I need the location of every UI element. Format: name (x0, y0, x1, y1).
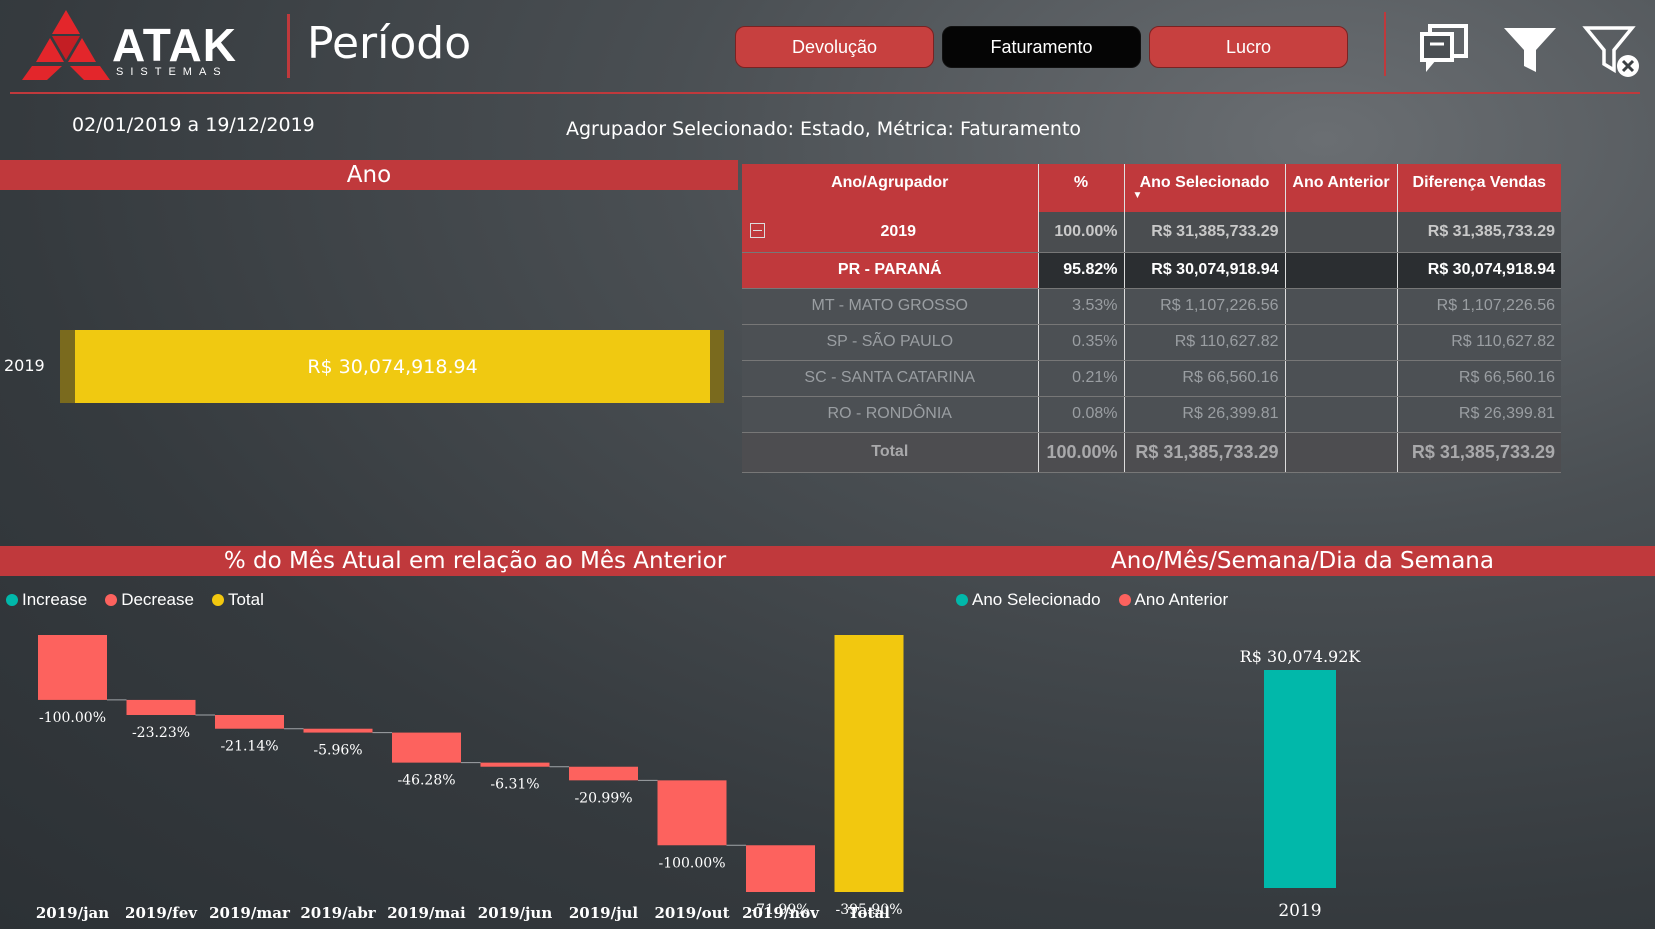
legend-decrease[interactable]: Decrease (105, 590, 194, 610)
col-header-ano-anterior[interactable]: Ano Anterior (1285, 164, 1398, 212)
comment-icon[interactable] (1414, 20, 1474, 80)
legend-increase[interactable]: Increase (6, 590, 87, 610)
legend-dot-icon (1118, 594, 1131, 606)
waterfall-bar[interactable] (126, 699, 196, 715)
faturamento-button[interactable]: Faturamento (942, 26, 1141, 68)
col-header-ano-selecionado[interactable]: ▼ Ano Selecionado (1124, 164, 1286, 212)
yearly-category-label: 2019 (1278, 901, 1321, 921)
sort-desc-icon: ▼ (1132, 190, 1143, 201)
waterfall-category-label: 2019/abr (300, 904, 376, 922)
waterfall-category-label: 2019/nov (742, 904, 820, 922)
waterfall-data-label: -20.99% (574, 790, 632, 806)
table-total-row[interactable]: Total 100.00% R$ 31,385,733.29 R$ 31,385… (742, 432, 1561, 473)
col-header-diferenca[interactable]: Diferença Vendas (1397, 164, 1561, 212)
table-row[interactable]: MT - MATO GROSSO 3.53% R$ 1,107,226.56 R… (742, 288, 1561, 325)
waterfall-chart: -100.00% 2019/jan -23.23% 2019/fev -21.14% 20… (36, 635, 904, 922)
clear-filter-icon[interactable] (1582, 20, 1642, 80)
table-header-row: Ano/Agrupador % ▼ Ano Selecionado Ano An… (742, 164, 1561, 212)
legend-dot-icon (211, 594, 224, 606)
matrix-table: Ano/Agrupador % ▼ Ano Selecionado Ano An… (742, 164, 1561, 473)
yearly-section-title: Ano/Mês/Semana/Dia da Semana (950, 546, 1655, 576)
ano-bar[interactable]: R$ 30,074,918.94 (75, 330, 710, 403)
yearly-legend: Ano Selecionado Ano Anterior (956, 590, 1238, 610)
waterfall-bar[interactable] (480, 762, 550, 767)
ano-category-label: 2019 (4, 356, 45, 375)
header-divider-right (1384, 12, 1386, 76)
table-row[interactable]: RO - RONDÔNIA 0.08% R$ 26,399.81 R$ 26,3… (742, 396, 1561, 433)
waterfall-data-label: -23.23% (132, 725, 190, 741)
waterfall-section-title: % do Mês Atual em relação ao Mês Anterio… (0, 546, 950, 576)
waterfall-category-label: 2019/mar (209, 904, 291, 922)
waterfall-bar[interactable] (215, 714, 284, 729)
waterfall-data-label: -100.00% (39, 710, 106, 726)
legend-ano-selecionado[interactable]: Ano Selecionado (956, 590, 1101, 610)
logo-subtitle: SISTEMAS (116, 66, 228, 78)
col-header-agrupador[interactable]: Ano/Agrupador (742, 164, 1039, 212)
yearly-chart: R$ 30,074.92K 2019 (1240, 647, 1362, 921)
yearly-bar-ano-selecionado[interactable] (1264, 670, 1336, 888)
legend-dot-icon (956, 594, 968, 606)
legend-dot-icon (6, 594, 18, 606)
waterfall-bar[interactable] (392, 732, 461, 763)
logo-base-left (22, 66, 62, 80)
header-underline (10, 92, 1640, 94)
filter-icon[interactable] (1500, 20, 1560, 80)
waterfall-legend: Increase Decrease Total (6, 590, 274, 610)
logo-base-right (70, 66, 110, 80)
table-row[interactable]: 2019 100.00% R$ 31,385,733.29 R$ 31,385,… (742, 212, 1561, 253)
waterfall-category-label: 2019/jun (478, 904, 553, 922)
logo-triangle-top (52, 10, 80, 34)
waterfall-category-label: Total (848, 904, 890, 922)
table-row[interactable]: PR - PARANÁ 95.82% R$ 30,074,918.94 R$ 3… (742, 252, 1561, 289)
waterfall-bar[interactable] (38, 635, 107, 700)
waterfall-category-label: 2019/mai (387, 904, 466, 922)
table-row[interactable]: SC - SANTA CATARINA 0.21% R$ 66,560.16 R… (742, 360, 1561, 397)
col-header-pct[interactable]: % (1038, 164, 1125, 212)
waterfall-bar[interactable] (569, 766, 638, 781)
logo-name: ATAK (112, 19, 237, 71)
collapse-icon[interactable] (750, 222, 765, 238)
waterfall-data-label: -5.96% (313, 743, 362, 759)
ano-section-title: Ano (0, 160, 738, 190)
waterfall-data-label: -21.14% (220, 739, 278, 755)
table-row[interactable]: SP - SÃO PAULO 0.35% R$ 110,627.82 R$ 11… (742, 324, 1561, 361)
page-title: Período (307, 18, 472, 69)
waterfall-bar[interactable] (303, 728, 373, 733)
selection-info: Agrupador Selecionado: Estado, Métrica: … (566, 118, 1082, 140)
ano-bar-label: R$ 30,074,918.94 (307, 355, 478, 378)
lucro-button[interactable]: Lucro (1149, 26, 1348, 68)
waterfall-category-label: 2019/jan (36, 904, 109, 922)
waterfall-bar[interactable] (746, 845, 815, 892)
yearly-data-label: R$ 30,074.92K (1240, 647, 1362, 666)
devolucao-button[interactable]: Devolução (735, 26, 934, 68)
date-range: 02/01/2019 a 19/12/2019 (72, 114, 315, 136)
waterfall-data-label: -46.28% (397, 773, 455, 789)
waterfall-bar[interactable] (657, 780, 727, 846)
waterfall-category-label: 2019/out (654, 904, 729, 922)
legend-ano-anterior[interactable]: Ano Anterior (1118, 590, 1228, 610)
header-divider (287, 14, 290, 78)
legend-total[interactable]: Total (211, 590, 264, 610)
waterfall-category-label: 2019/fev (125, 904, 198, 922)
legend-dot-icon (105, 594, 118, 606)
waterfall-category-label: 2019/jul (569, 904, 639, 922)
waterfall-bar[interactable] (834, 635, 904, 892)
waterfall-data-label: -6.31% (490, 777, 539, 793)
waterfall-data-label: -100.00% (658, 855, 725, 871)
